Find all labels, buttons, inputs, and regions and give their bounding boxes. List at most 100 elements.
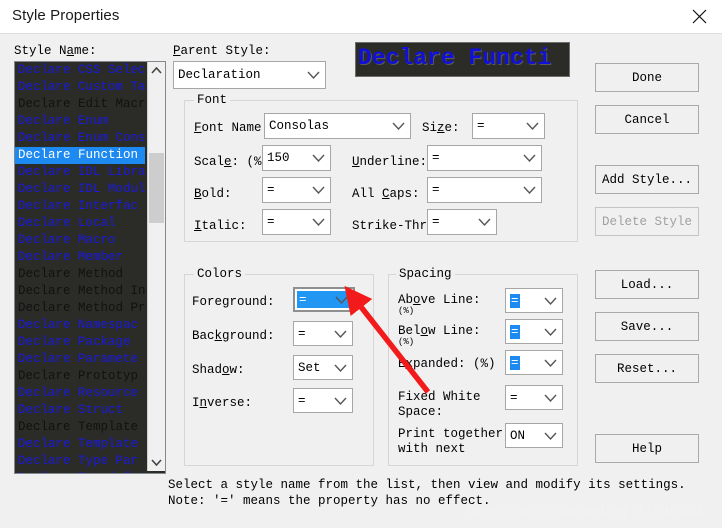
strike-through-label: Strike-Thr	[352, 219, 427, 233]
size-combo[interactable]: =	[472, 113, 545, 139]
background-value: =	[298, 327, 306, 341]
bold-label: Bold:	[194, 187, 232, 201]
chevron-down-icon	[526, 122, 539, 131]
foreground-combo[interactable]: =	[293, 287, 355, 312]
list-item[interactable]: Declare Template	[15, 436, 145, 453]
chevron-down-icon	[544, 358, 557, 367]
expanded-value: =	[510, 356, 520, 370]
list-item[interactable]: Declare Custom Ta	[15, 79, 145, 96]
list-item[interactable]: Declare Method	[15, 266, 145, 283]
list-item[interactable]: Declare Enum	[15, 113, 145, 130]
list-item[interactable]: Declare IDL Modul	[15, 181, 145, 198]
status-line-1: Select a style name from the list, then …	[168, 478, 686, 492]
chevron-down-icon	[523, 154, 536, 163]
list-item[interactable]: Declare Edit Macr	[15, 96, 145, 113]
bold-combo[interactable]: =	[262, 177, 331, 203]
list-item[interactable]: Declare Member	[15, 249, 145, 266]
reset-button[interactable]: Reset...	[595, 354, 699, 383]
chevron-down-icon	[312, 218, 325, 227]
style-list-scrollbar[interactable]	[147, 62, 165, 471]
list-item[interactable]: Declare Method Pr	[15, 300, 145, 317]
below-line-combo[interactable]: =	[505, 319, 563, 344]
add-style-button[interactable]: Add Style...	[595, 165, 699, 194]
list-item[interactable]: Declare Interfac	[15, 198, 145, 215]
scroll-down-button[interactable]	[148, 454, 165, 471]
list-item[interactable]: Declare Local	[15, 215, 145, 232]
background-label: Background:	[192, 329, 275, 343]
fixed-white-space-combo[interactable]: =	[505, 385, 563, 410]
scroll-up-button[interactable]	[148, 62, 165, 79]
add-style-button-label: Add Style...	[602, 173, 692, 187]
font-name-combo[interactable]: Consolas	[264, 113, 411, 139]
chevron-down-icon	[544, 431, 557, 440]
chevron-down-icon	[523, 186, 536, 195]
print-together-combo[interactable]: ON	[505, 423, 563, 448]
fixed-white-space-label-line2: Space:	[398, 405, 443, 419]
above-line-combo[interactable]: =	[505, 288, 563, 313]
print-together-value: ON	[510, 429, 525, 443]
background-combo[interactable]: =	[293, 321, 353, 346]
list-item[interactable]: Declare IDL Libra	[15, 164, 145, 181]
parent-style-combo[interactable]: Declaration	[173, 61, 326, 89]
underline-value: =	[432, 151, 440, 165]
list-item[interactable]: Declare Prototyp	[15, 368, 145, 385]
all-caps-value: =	[432, 183, 440, 197]
shadow-combo[interactable]: Set	[293, 355, 353, 380]
status-line-2: Note: '=' means the property has no effe…	[168, 494, 491, 508]
inverse-combo[interactable]: =	[293, 388, 353, 413]
chevron-down-icon	[335, 295, 348, 304]
scrollbar-thumb[interactable]	[149, 153, 164, 223]
underline-combo[interactable]: =	[427, 145, 542, 171]
underline-label: Underline:	[352, 155, 427, 169]
expanded-combo[interactable]: =	[505, 350, 563, 375]
list-item[interactable]: Declare Namespac	[15, 317, 145, 334]
style-name-list[interactable]: Declare CSS SelecDeclare Custom TaDeclar…	[14, 61, 166, 474]
save-button-label: Save...	[621, 320, 674, 334]
chevron-down-icon	[544, 393, 557, 402]
list-item[interactable]: Declare Resource	[15, 385, 145, 402]
list-item[interactable]: Declare Enum Cons	[15, 130, 145, 147]
list-item[interactable]: Declare CSS Selec	[15, 62, 145, 79]
strike-through-value: =	[432, 215, 440, 229]
load-button[interactable]: Load...	[595, 270, 699, 299]
below-line-value: =	[510, 325, 520, 339]
list-item[interactable]: Declare Macro	[15, 232, 145, 249]
style-name-list-items: Declare CSS SelecDeclare Custom TaDeclar…	[15, 62, 145, 474]
foreground-value: =	[299, 293, 307, 307]
cancel-button[interactable]: Cancel	[595, 105, 699, 134]
done-button[interactable]: Done	[595, 63, 699, 92]
italic-combo[interactable]: =	[262, 209, 331, 235]
window-title: Style Properties	[12, 7, 119, 24]
font-name-value: Consolas	[269, 119, 329, 133]
expanded-label: Expanded: (%)	[398, 357, 496, 371]
strike-through-combo[interactable]: =	[427, 209, 497, 235]
close-icon	[692, 9, 707, 24]
chevron-down-icon	[392, 122, 405, 131]
list-item[interactable]: Declare Method In	[15, 283, 145, 300]
close-button[interactable]	[676, 0, 722, 32]
watermark: https://blog.csdn.net/qq_41946404	[467, 503, 704, 520]
scale-combo[interactable]: 150	[262, 145, 331, 171]
chevron-down-icon	[478, 218, 491, 227]
chevron-down-icon	[312, 186, 325, 195]
scale-label: Scale: (%)	[194, 155, 269, 169]
save-button[interactable]: Save...	[595, 312, 699, 341]
list-item[interactable]: Declare Paramete	[15, 351, 145, 368]
list-item[interactable]: Declare Struct	[15, 402, 145, 419]
list-item[interactable]: Declare Function	[15, 147, 145, 164]
help-button[interactable]: Help	[595, 434, 699, 463]
list-item[interactable]: Declare Typedef	[15, 470, 145, 474]
all-caps-label: All Caps:	[352, 187, 420, 201]
all-caps-combo[interactable]: =	[427, 177, 542, 203]
size-label: Size:	[422, 121, 460, 135]
chevron-down-icon	[334, 363, 347, 372]
list-item[interactable]: Declare Type Par	[15, 453, 145, 470]
list-item[interactable]: Declare Package	[15, 334, 145, 351]
above-line-value: =	[510, 294, 520, 308]
title-bar: Style Properties	[0, 0, 722, 34]
reset-button-label: Reset...	[617, 362, 677, 376]
inverse-value: =	[298, 394, 306, 408]
help-button-label: Help	[632, 442, 662, 456]
chevron-down-icon	[544, 327, 557, 336]
list-item[interactable]: Declare Template	[15, 419, 145, 436]
